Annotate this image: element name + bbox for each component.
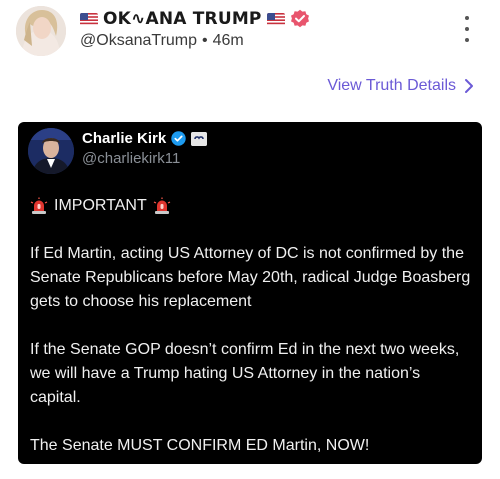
important-line: IMPORTANT bbox=[30, 194, 474, 218]
user-handle[interactable]: @OksanaTrump bbox=[80, 32, 197, 49]
us-flag-icon bbox=[266, 12, 285, 26]
embed-author-name[interactable]: Charlie Kirk bbox=[82, 130, 166, 147]
chevron-right-icon bbox=[465, 79, 473, 93]
embed-name-row: Charlie Kirk bbox=[82, 130, 208, 147]
embed-author-handle[interactable]: @charliekirk11 bbox=[82, 150, 180, 167]
separator-dot: • bbox=[202, 32, 208, 49]
view-truth-details-link[interactable]: View Truth Details bbox=[327, 77, 474, 95]
embed-avatar[interactable] bbox=[28, 128, 74, 174]
avatar[interactable] bbox=[16, 6, 66, 56]
display-name-row: OK∿ANA TRUMP bbox=[80, 7, 310, 31]
police-siren-icon bbox=[153, 197, 171, 215]
verified-badge-icon bbox=[290, 9, 310, 29]
post-paragraph: If Ed Martin, acting US Attorney of DC i… bbox=[30, 245, 471, 310]
handle-row: @OksanaTrump • 46m bbox=[80, 32, 244, 50]
post-paragraph: If the Senate GOP doesn’t confirm Ed in … bbox=[30, 341, 460, 406]
post-paragraph: The Senate MUST CONFIRM ED Martin, NOW! bbox=[30, 437, 370, 454]
police-siren-icon bbox=[30, 197, 48, 215]
more-options-icon[interactable] bbox=[458, 16, 476, 42]
us-flag-icon bbox=[80, 12, 98, 26]
post-time[interactable]: 46m bbox=[213, 32, 244, 49]
post-header: OK∿ANA TRUMP @OksanaTrump • 46m bbox=[0, 0, 500, 60]
embed-body: IMPORTANT If Ed Martin, acting US Attorn… bbox=[30, 194, 474, 464]
display-name[interactable]: OK∿ANA TRUMP bbox=[103, 9, 262, 29]
verified-check-icon bbox=[171, 131, 186, 146]
important-label: IMPORTANT bbox=[54, 197, 147, 214]
affiliation-badge-icon bbox=[191, 131, 208, 146]
embedded-post-card[interactable]: Charlie Kirk @charliekirk11 IMPORTANT If… bbox=[18, 122, 482, 464]
view-truth-details-label: View Truth Details bbox=[327, 77, 456, 94]
